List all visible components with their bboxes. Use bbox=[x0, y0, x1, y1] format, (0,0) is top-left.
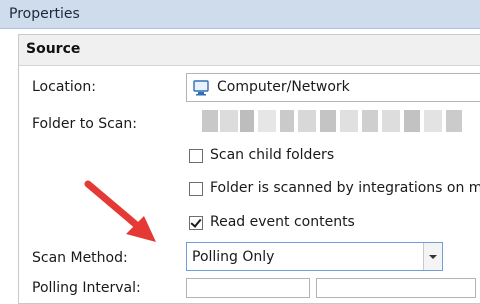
monitor-icon bbox=[193, 80, 209, 96]
checkbox-label: Read event contents bbox=[210, 214, 355, 230]
folder-to-scan-label: Folder to Scan: bbox=[32, 116, 137, 132]
checkbox-box[interactable] bbox=[189, 216, 203, 230]
scan-method-select[interactable]: Polling Only bbox=[186, 242, 443, 271]
folder-to-scan-redacted[interactable] bbox=[186, 108, 480, 132]
section-title: Source bbox=[26, 41, 81, 57]
scan-child-folders-checkbox[interactable]: Scan child folders bbox=[189, 147, 469, 168]
polling-interval-unit-select[interactable] bbox=[316, 278, 476, 298]
checkbox-box[interactable] bbox=[189, 182, 203, 196]
location-value: Computer/Network bbox=[217, 79, 350, 95]
scan-method-value: Polling Only bbox=[192, 249, 275, 265]
checkbox-label: Folder is scanned by integrations on mul… bbox=[210, 180, 480, 196]
location-label: Location: bbox=[32, 79, 96, 95]
checkbox-label: Scan child folders bbox=[210, 147, 335, 163]
folder-scanned-by-integrations-checkbox[interactable]: Folder is scanned by integrations on mul… bbox=[189, 180, 480, 201]
polling-interval-field[interactable] bbox=[186, 278, 310, 298]
polling-interval-label: Polling Interval: bbox=[32, 280, 141, 296]
properties-titlebar: Properties bbox=[0, 0, 480, 29]
location-field[interactable]: Computer/Network bbox=[186, 73, 480, 102]
annotation-arrow-icon bbox=[84, 180, 156, 242]
section-header: Source bbox=[19, 35, 480, 66]
dropdown-button[interactable] bbox=[423, 243, 442, 270]
chevron-down-icon bbox=[429, 255, 437, 259]
read-event-contents-checkbox[interactable]: Read event contents bbox=[189, 214, 469, 235]
window-title: Properties bbox=[9, 6, 80, 22]
checkbox-box[interactable] bbox=[189, 149, 203, 163]
